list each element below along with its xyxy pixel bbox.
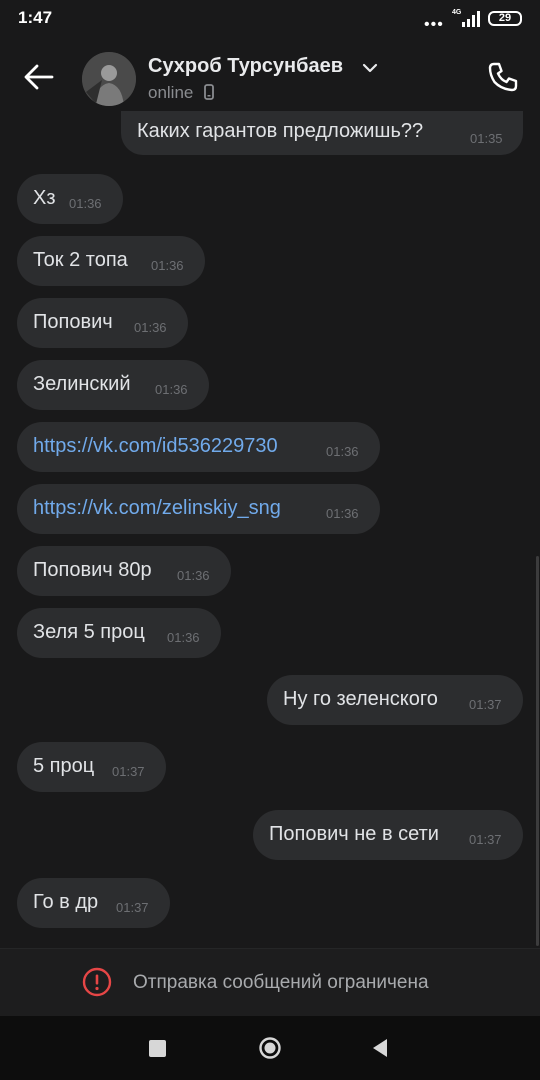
message-text: Зеля 5 проц [33,621,145,643]
message-time: 01:37 [469,832,502,847]
message-time: 01:36 [177,568,210,583]
message-text: Попович не в сети [269,823,439,845]
message-bubble-incoming[interactable]: Зелинский 01:36 [17,360,209,410]
message-bubble-outgoing[interactable]: Попович не в сети 01:37 [253,810,523,860]
message-time: 01:36 [167,630,200,645]
mobile-device-icon [204,84,215,100]
recent-apps-icon[interactable] [149,1040,166,1057]
message-text: Попович [33,311,113,333]
signal-icon [462,11,480,27]
message-bubble-incoming[interactable]: https://vk.com/id536229730 01:36 [17,422,380,472]
phone-icon[interactable] [486,60,520,94]
notification-dots-icon: ••• [424,16,444,33]
exclamation-circle-icon [82,967,112,997]
message-bubble-incoming[interactable]: Го в др 01:37 [17,878,170,928]
avatar-photo [82,52,136,106]
message-time: 01:36 [69,196,102,211]
message-text: Каких гарантов предложишь?? [137,120,424,142]
message-time: 01:36 [151,258,184,273]
message-time: 01:36 [155,382,188,397]
message-text: Хз [33,187,56,209]
status-time: 1:47 [18,8,53,27]
message-bubble-incoming[interactable]: https://vk.com/zelinskiy_sng 01:36 [17,484,380,534]
message-time: 01:37 [112,764,145,779]
message-bubble-outgoing[interactable]: Каких гарантов предложишь?? 01:35 [121,111,523,155]
back-arrow-icon[interactable] [22,60,56,94]
message-time: 01:36 [134,320,167,335]
message-text: Попович 80р [33,559,152,581]
message-time: 01:36 [326,506,359,521]
message-bubble-incoming[interactable]: Попович 01:36 [17,298,188,348]
message-bubble-incoming[interactable]: Ток 2 топа 01:36 [17,236,205,286]
message-bubble-incoming[interactable]: Попович 80р 01:36 [17,546,231,596]
chat-header: Сухроб Турсунбаев online [0,38,540,118]
scrollbar[interactable] [536,556,539,946]
nav-back-icon[interactable] [371,1037,389,1059]
message-time: 01:36 [326,444,359,459]
network-type: 4G [452,9,462,16]
message-link[interactable]: https://vk.com/id536229730 [33,435,278,458]
message-text: 5 проц [33,755,95,777]
message-time: 01:35 [470,131,503,146]
message-bubble-incoming[interactable]: 5 проц 01:37 [17,742,166,792]
battery-icon: 29 [488,11,522,26]
message-text: Ток 2 топа [33,249,128,271]
online-status-text: online [148,83,194,102]
message-bubble-outgoing[interactable]: Ну го зеленского 01:37 [267,675,523,725]
messaging-restricted-bar: Отправка сообщений ограничена [0,948,540,1016]
chevron-down-icon[interactable] [362,62,378,74]
message-time: 01:37 [116,900,149,915]
message-text: Зелинский [33,373,131,395]
system-nav-bar [0,1016,540,1080]
message-text: Го в др [33,891,99,913]
message-text: Ну го зеленского [283,688,438,710]
restriction-message: Отправка сообщений ограничена [133,972,429,993]
contact-name[interactable]: Сухроб Турсунбаев [148,55,343,78]
online-status: online [148,83,215,103]
avatar[interactable] [82,52,136,106]
message-link[interactable]: https://vk.com/zelinskiy_sng [33,497,281,520]
message-bubble-incoming[interactable]: Зеля 5 проц 01:36 [17,608,221,658]
message-bubble-incoming[interactable]: Хз 01:36 [17,174,123,224]
status-bar: 1:47 ••• 4G 29 [0,0,540,38]
message-time: 01:37 [469,697,502,712]
home-icon[interactable] [258,1036,282,1060]
